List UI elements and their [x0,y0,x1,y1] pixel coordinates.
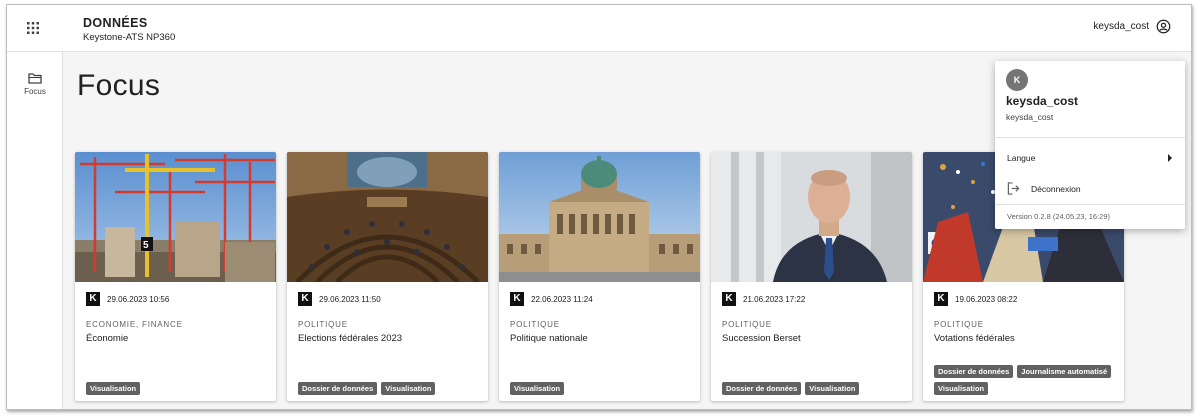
card-title: Elections fédérales 2023 [298,333,403,344]
focus-card[interactable]: 5 K 29.06.2023 10:56 ECONOMIE, FINANCE É… [75,152,276,401]
focus-card[interactable]: K 21.06.2023 17:22 POLITIQUE Succession … [711,152,912,401]
tag-chip[interactable]: Journalisme automatisé [1017,365,1112,378]
apps-grid-icon[interactable] [26,21,40,35]
user-login: keysda_cost [1006,112,1054,122]
account-circle-icon [1156,19,1171,34]
card-date: 22.06.2023 11:24 [531,295,593,304]
card-category: ECONOMIE, FINANCE [86,320,183,329]
tag-chip[interactable]: Visualisation [381,382,436,395]
sidebar-item-focus[interactable]: Focus [7,72,63,96]
focus-card[interactable]: K 29.06.2023 11:50 POLITIQUE Elections f… [287,152,488,401]
tag-chip[interactable]: Dossier de données [722,382,802,395]
tag-chip[interactable]: Dossier de données [934,365,1014,378]
source-logo: K [722,292,736,306]
divider [995,204,1185,205]
source-logo: K [86,292,100,306]
username-label: keysda_cost [1093,21,1149,32]
tag-chip[interactable]: Visualisation [510,382,565,395]
user-display-name: keysda_cost [1006,94,1079,108]
card-tags: Dossier de données Visualisation [298,382,482,395]
card-tags: Dossier de données Visualisation [722,382,906,395]
app-subtitle: Keystone-ATS NP360 [83,32,176,43]
card-category: POLITIQUE [298,320,348,329]
card-image-federal-palace [499,152,700,282]
card-image-parliament [287,152,488,282]
card-date: 29.06.2023 11:50 [319,295,381,304]
card-title: Votations fédérales [934,333,1015,344]
language-label: Langue [1007,153,1036,163]
tag-chip[interactable]: Visualisation [934,382,989,395]
source-logo: K [510,292,524,306]
logout-label: Déconnexion [1031,184,1081,194]
card-tags: Visualisation [86,382,270,395]
focus-card[interactable]: K 22.06.2023 11:24 POLITIQUE Politique n… [499,152,700,401]
card-image-construction: 5 [75,152,276,282]
chevron-right-icon [1168,154,1172,162]
tag-chip[interactable]: Visualisation [805,382,860,395]
top-bar: DONNÉES Keystone-ATS NP360 keysda_cost [7,5,1191,52]
app-title: DONNÉES [83,16,148,30]
card-image-portrait [711,152,912,282]
card-title: Politique nationale [510,333,588,344]
tag-chip[interactable]: Dossier de données [298,382,378,395]
tag-chip[interactable]: Visualisation [86,382,141,395]
card-category: POLITIQUE [510,320,560,329]
logout-menu-item[interactable]: Déconnexion [995,180,1185,202]
sidebar: Focus [7,52,63,409]
divider [995,137,1185,138]
version-label: Version 0.2.8 (24.05.23, 16:29) [1007,212,1110,221]
sidebar-item-label: Focus [24,87,46,96]
avatar: K [1006,69,1028,91]
page-title: Focus [77,69,161,102]
language-menu-item[interactable]: Langue [995,149,1185,171]
logout-icon [1007,182,1020,195]
user-account-button[interactable]: keysda_cost [1093,19,1171,34]
app-window: DONNÉES Keystone-ATS NP360 keysda_cost F… [6,4,1192,410]
card-date: 19.06.2023 08:22 [955,295,1018,304]
card-category: POLITIQUE [722,320,772,329]
card-title: Succession Berset [722,333,801,344]
user-menu: K keysda_cost keysda_cost Langue Déconne… [995,61,1185,229]
card-title: Économie [86,333,129,344]
card-category: POLITIQUE [934,320,984,329]
source-logo: K [934,292,948,306]
source-logo: K [298,292,312,306]
card-tags: Dossier de données Journalisme automatis… [934,365,1118,395]
folder-icon [28,73,42,84]
card-date: 29.06.2023 10:56 [107,295,170,304]
svg-text:5: 5 [143,240,149,251]
card-tags: Visualisation [510,382,694,395]
card-date: 21.06.2023 17:22 [743,295,806,304]
